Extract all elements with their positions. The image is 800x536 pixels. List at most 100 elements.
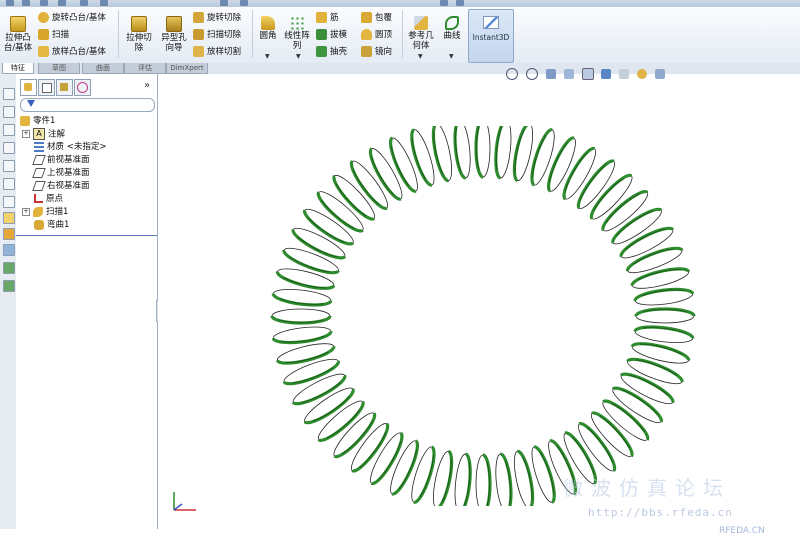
instant3d-button[interactable]: Instant3D (468, 9, 514, 63)
apply-scene-icon[interactable] (655, 69, 665, 79)
origin-icon (34, 194, 43, 203)
toolbar-icon[interactable] (3, 124, 15, 136)
dome-button[interactable]: 圆顶 (361, 27, 392, 43)
configuration-manager-tab[interactable] (56, 79, 73, 96)
tree-filter-input[interactable] (20, 98, 155, 112)
toolbar-icon[interactable] (440, 0, 448, 6)
toolbar-icon[interactable] (456, 0, 464, 6)
ref-geometry-dropdown-arrow[interactable]: ▼ (418, 53, 423, 60)
curves-dropdown-arrow[interactable]: ▼ (449, 53, 454, 60)
expand-icon[interactable]: + (22, 130, 30, 138)
pattern-dropdown-arrow[interactable]: ▼ (296, 53, 301, 60)
sweep-button[interactable]: 扫描 (38, 27, 69, 43)
tree-item-top-plane[interactable]: 上视基准面 (32, 167, 90, 180)
toolbar-icon[interactable] (3, 262, 15, 274)
section-view-icon[interactable] (563, 69, 574, 79)
coil-turn-wire (633, 325, 695, 339)
coil-turn-wire (270, 315, 332, 325)
extrude-cut-button[interactable]: 拉伸切除 (122, 16, 156, 53)
reference-geometry-icon (414, 16, 428, 30)
loft-boss-icon (38, 46, 49, 57)
rib-button[interactable]: 筋 (316, 10, 339, 26)
toolbar-icon[interactable] (6, 0, 14, 6)
coil-turn (270, 308, 332, 325)
toolbar-icon[interactable] (3, 178, 15, 190)
tree-item-right-plane[interactable]: 右视基准面 (32, 180, 90, 193)
tab-surfaces[interactable]: 曲面 (82, 63, 124, 74)
tree-item-part[interactable]: 零件1 (20, 115, 55, 128)
tree-item-sweep1[interactable]: + 扫描1 (22, 206, 68, 219)
toolbar-icon[interactable] (100, 0, 108, 6)
coil-turn (495, 452, 513, 506)
tab-features[interactable]: 特征 (2, 63, 34, 74)
hole-wizard-button[interactable]: 异型孔向导 (157, 16, 191, 53)
tree-item-front-plane[interactable]: 前视基准面 (32, 154, 90, 167)
toolbar-icon[interactable] (240, 0, 248, 6)
linear-pattern-button[interactable]: 线性阵列 (283, 16, 311, 51)
tree-item-material[interactable]: 材质 <未指定> (34, 141, 106, 154)
reference-geometry-button[interactable]: 参考几何体 (405, 16, 437, 51)
coil-turn-wire (512, 126, 530, 183)
tab-sketch[interactable]: 草图 (38, 63, 80, 74)
feature-manager-tab[interactable] (20, 79, 37, 96)
watermark-forum-name: 微波仿真论坛 (563, 476, 731, 500)
loft-cut-icon (193, 46, 204, 57)
edit-appearance-icon[interactable] (637, 69, 648, 79)
zoom-to-fit-icon[interactable] (506, 68, 518, 80)
toolbar-icon[interactable] (80, 0, 88, 6)
toroidal-coil-model[interactable] (268, 126, 698, 506)
toolbar-icon[interactable] (58, 0, 66, 6)
display-style-icon[interactable] (601, 69, 612, 79)
linear-pattern-icon (290, 16, 304, 30)
mirror-button[interactable]: 镜向 (361, 44, 392, 60)
toolbar-icon[interactable] (22, 0, 30, 6)
revolve-cut-label: 旋转切除 (207, 13, 242, 23)
loft-cut-button[interactable]: 放样切割 (193, 44, 241, 60)
toolbar-icon[interactable] (3, 160, 15, 172)
watermark-brand: RFEDA.CN (719, 526, 765, 536)
toolbar-icon[interactable] (3, 142, 15, 154)
toolbar-icon[interactable] (3, 212, 15, 224)
dimxpert-manager-tab[interactable] (74, 79, 91, 96)
tree-item-annotations[interactable]: + A 注解 (22, 128, 65, 141)
fillet-dropdown-arrow[interactable]: ▼ (265, 53, 270, 60)
tab-evaluate[interactable]: 评估 (124, 63, 166, 74)
property-manager-tab[interactable] (38, 79, 55, 96)
toolbar-icon[interactable] (3, 280, 15, 292)
mirror-label: 镜向 (375, 47, 393, 57)
sweep-label: 扫描 (52, 30, 70, 40)
revolve-boss-button[interactable]: 旋转凸台/基体 (38, 10, 106, 26)
rollback-bar[interactable] (16, 235, 157, 236)
graphics-viewport[interactable]: 微波仿真论坛 http://bbs.rfeda.cn RFEDA.CN (158, 68, 800, 536)
curves-button[interactable]: 曲线 (440, 16, 464, 41)
toolbar-icon[interactable] (3, 244, 15, 256)
toolbar-icon[interactable] (40, 0, 48, 6)
panel-more-button[interactable]: » (144, 80, 150, 91)
shell-button[interactable]: 抽壳 (316, 44, 347, 60)
expand-icon[interactable]: + (22, 207, 30, 216)
wrap-button[interactable]: 包覆 (361, 10, 392, 26)
view-orientation-icon[interactable] (581, 68, 594, 80)
tree-item-flex1[interactable]: 弯曲1 (34, 219, 69, 232)
tree-item-origin[interactable]: 原点 (34, 193, 63, 206)
zoom-to-area-icon[interactable] (525, 68, 538, 80)
revolve-cut-button[interactable]: 旋转切除 (193, 10, 241, 26)
toolbar-icon[interactable] (3, 196, 15, 208)
dome-label: 圆顶 (375, 30, 393, 40)
draft-button[interactable]: 拔模 (316, 27, 347, 43)
toolbar-icon[interactable] (3, 88, 15, 100)
fillet-button[interactable]: 圆角 (256, 16, 280, 41)
extrude-boss-button[interactable]: 拉伸凸台/基体 (1, 16, 35, 53)
loft-boss-button[interactable]: 放样凸台/基体 (38, 44, 106, 60)
toolbar-icon[interactable] (3, 106, 15, 118)
filter-icon (27, 100, 35, 107)
coil-turn (633, 287, 695, 306)
toolbar-icon[interactable] (220, 0, 228, 6)
previous-view-icon[interactable] (545, 69, 556, 79)
toolbar-icon[interactable] (3, 228, 15, 240)
sweep-cut-button[interactable]: 扫描切除 (193, 27, 241, 43)
hide-show-items-icon[interactable] (619, 69, 630, 79)
tab-dimxpert[interactable]: DimXpert (166, 63, 208, 74)
watermark-url: http://bbs.rfeda.cn (588, 506, 733, 519)
sweep-cut-icon (193, 29, 204, 40)
